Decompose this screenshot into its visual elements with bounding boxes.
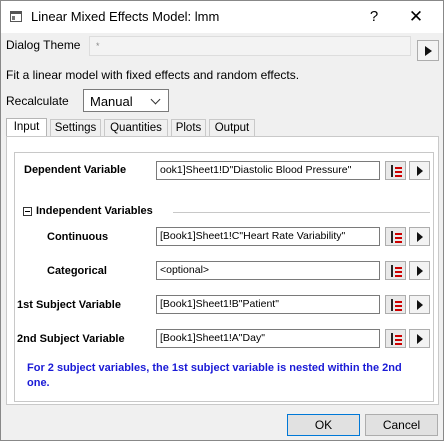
recalculate-label: Recalculate — [6, 94, 69, 108]
ok-button[interactable]: OK — [287, 414, 360, 436]
chevron-down-icon — [150, 94, 161, 105]
dialog-description: Fit a linear model with fixed effects an… — [6, 68, 300, 82]
column-picker-button[interactable] — [385, 261, 406, 280]
play-arrow-icon — [417, 334, 423, 344]
dialog-window: Linear Mixed Effects Model: lmm ? ✕ Dial… — [0, 0, 444, 441]
theme-menu-button[interactable] — [417, 40, 439, 61]
column-picker-button[interactable] — [385, 295, 406, 314]
column-menu-button[interactable] — [409, 161, 430, 180]
dialog-theme-field[interactable]: * — [89, 36, 411, 56]
recalculate-value: Manual — [90, 94, 133, 109]
first-subject-label: 1st Subject Variable — [17, 299, 121, 311]
close-button[interactable]: ✕ — [401, 6, 431, 28]
tab-plots[interactable]: Plots — [171, 119, 206, 136]
first-subject-field[interactable]: [Book1]Sheet1!B"Patient" — [156, 295, 380, 314]
play-arrow-icon — [417, 232, 423, 242]
second-subject-field[interactable]: [Book1]Sheet1!A"Day" — [156, 329, 380, 348]
play-arrow-icon — [417, 300, 423, 310]
group-divider — [173, 212, 430, 213]
continuous-label: Continuous — [47, 231, 109, 243]
play-arrow-icon — [425, 46, 432, 56]
dialog-theme-label: Dialog Theme — [6, 38, 81, 52]
tab-settings[interactable]: Settings — [50, 119, 101, 136]
tab-output[interactable]: Output — [209, 119, 255, 136]
column-picker-button[interactable] — [385, 161, 406, 180]
play-arrow-icon — [417, 266, 423, 276]
nesting-note: For 2 subject variables, the 1st subject… — [27, 362, 402, 389]
help-button[interactable]: ? — [363, 7, 385, 27]
input-fields-group: Dependent Variable ook1]Sheet1!D"Diastol… — [14, 152, 434, 402]
column-menu-button[interactable] — [409, 295, 430, 314]
tab-quantities[interactable]: Quantities — [104, 119, 168, 136]
window-title: Linear Mixed Effects Model: lmm — [31, 9, 220, 24]
categorical-label: Categorical — [47, 265, 107, 277]
play-arrow-icon — [417, 166, 423, 176]
column-picker-button[interactable] — [385, 227, 406, 246]
dependent-variable-field[interactable]: ook1]Sheet1!D"Diastolic Blood Pressure" — [156, 161, 380, 180]
column-picker-button[interactable] — [385, 329, 406, 348]
dependent-variable-label: Dependent Variable — [24, 164, 127, 176]
column-menu-button[interactable] — [409, 329, 430, 348]
cancel-button[interactable]: Cancel — [365, 414, 438, 436]
column-menu-button[interactable] — [409, 227, 430, 246]
title-bar: Linear Mixed Effects Model: lmm ? ✕ — [1, 1, 443, 33]
collapse-icon[interactable] — [23, 207, 32, 216]
tab-input[interactable]: Input — [6, 118, 47, 137]
continuous-field[interactable]: [Book1]Sheet1!C"Heart Rate Variability" — [156, 227, 380, 246]
recalculate-select[interactable]: Manual — [83, 89, 169, 112]
column-menu-button[interactable] — [409, 261, 430, 280]
app-window-icon — [10, 11, 22, 22]
independent-variables-label: Independent Variables — [36, 205, 153, 217]
categorical-field[interactable]: <optional> — [156, 261, 380, 280]
second-subject-label: 2nd Subject Variable — [17, 333, 125, 345]
input-tab-panel: Dependent Variable ook1]Sheet1!D"Diastol… — [6, 136, 439, 405]
